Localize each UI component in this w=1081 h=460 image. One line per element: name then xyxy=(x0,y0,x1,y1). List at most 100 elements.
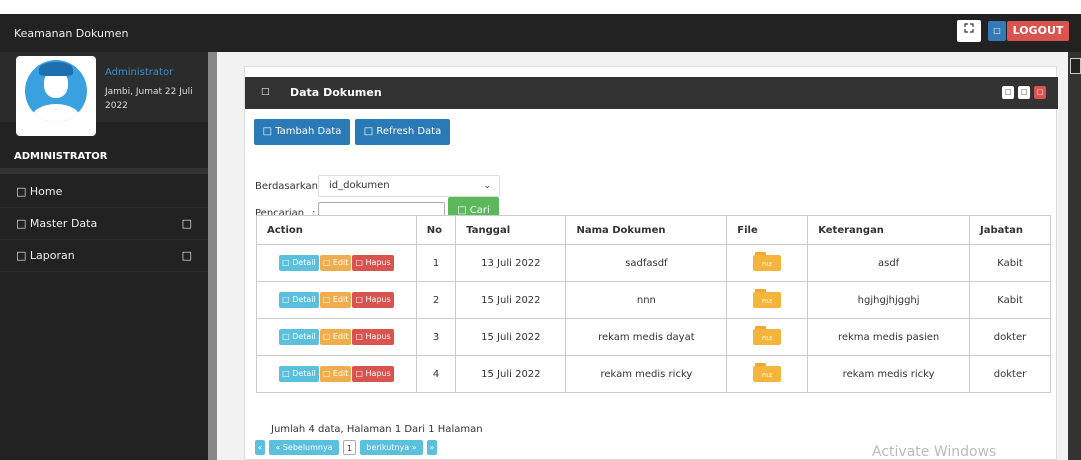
documents-table: Action No Tanggal Nama Dokumen File Kete… xyxy=(256,215,1051,393)
file-icon-label: FILE xyxy=(753,291,782,308)
filter-label: Berdasarkan: xyxy=(255,181,322,192)
right-edge-frame xyxy=(1068,52,1081,460)
pagination-last[interactable]: » xyxy=(427,440,437,455)
fullscreen-button[interactable] xyxy=(957,20,981,42)
edge-toggle[interactable] xyxy=(1070,58,1081,74)
action-cell: □ Detail □ Edit □ Hapus xyxy=(256,244,417,282)
role-heading: ADMINISTRATOR xyxy=(14,151,108,162)
sidebar-item-label: □ Laporan xyxy=(16,249,75,262)
refresh-data-button[interactable]: □ Refresh Data xyxy=(355,119,450,145)
file-icon[interactable]: FILE xyxy=(753,251,782,272)
profile-panel: Administrator Jambi, Jumat 22 Juli 2022 xyxy=(0,52,208,136)
sidebar-scrollbar[interactable] xyxy=(208,52,217,460)
table-row: □ Detail □ Edit □ Hapus 2 15 Juli 2022 nnn FIL… xyxy=(256,281,1051,319)
cell-nama: rekam medis dayat xyxy=(565,318,728,356)
cell-jabatan: dokter xyxy=(969,318,1051,356)
profile-date: Jambi, Jumat 22 Juli 2022 xyxy=(105,87,193,111)
detail-button[interactable]: □ Detail xyxy=(279,366,319,382)
square-button[interactable]: □ xyxy=(988,21,1006,41)
panel-title: Data Dokumen xyxy=(290,86,382,99)
square-icon: □ xyxy=(993,26,1001,35)
sidebar-item-label: □ Home xyxy=(16,185,63,198)
cell-keterangan: asdf xyxy=(807,244,971,282)
profile-name: Administrator xyxy=(105,67,174,78)
cell-keterangan: rekma medis pasien xyxy=(807,318,971,356)
edit-button[interactable]: □ Edit xyxy=(319,329,352,345)
cell-nama: rekam medis ricky xyxy=(565,355,728,393)
data-panel: □ Data Dokumen □ □ □ □ Tambah Data □ Ref… xyxy=(244,66,1058,460)
file-icon-label: FILE xyxy=(753,365,782,382)
cell-nama: nnn xyxy=(565,281,728,319)
filter-select-value: id_dokumen xyxy=(329,180,390,191)
expand-arrow-icon: □ xyxy=(181,217,192,230)
panel-header: □ Data Dokumen □ □ □ xyxy=(245,77,1058,109)
action-cell: □ Detail □ Edit □ Hapus xyxy=(256,281,417,319)
cell-file: FILE xyxy=(726,318,809,356)
file-icon[interactable]: FILE xyxy=(753,362,782,383)
pagination-first[interactable]: « xyxy=(255,440,265,455)
detail-button[interactable]: □ Detail xyxy=(279,292,319,308)
collapse-button[interactable]: □ xyxy=(1002,86,1014,99)
pagination-page[interactable]: 1 xyxy=(343,440,356,455)
main-content: □ Data Dokumen □ □ □ □ Tambah Data □ Ref… xyxy=(217,52,1081,460)
maximize-button[interactable]: □ xyxy=(1018,86,1030,99)
table-row: □ Detail □ Edit □ Hapus 3 15 Juli 2022 rekam … xyxy=(256,318,1051,356)
pagination-next[interactable]: berikutnya » xyxy=(360,440,423,455)
edit-button[interactable]: □ Edit xyxy=(319,366,352,382)
delete-button[interactable]: □ Hapus xyxy=(352,366,394,382)
table-row: □ Detail □ Edit □ Hapus 1 13 Juli 2022 sadfas… xyxy=(256,244,1051,282)
cell-tanggal: 13 Juli 2022 xyxy=(455,244,567,282)
windows-activation-watermark: Activate Windows xyxy=(872,444,997,460)
cell-no: 4 xyxy=(415,355,457,393)
filter-select[interactable]: id_dokumen ⌄ xyxy=(318,175,500,197)
app-title[interactable]: Keamanan Dokumen xyxy=(14,27,128,40)
top-navbar: Keamanan Dokumen □ LOGOUT xyxy=(0,14,1081,52)
cell-keterangan: hgjhgjhjgghj xyxy=(807,281,971,319)
cell-tanggal: 15 Juli 2022 xyxy=(455,318,567,356)
table-row: □ Detail □ Edit □ Hapus 4 15 Juli 2022 rekam … xyxy=(256,355,1051,393)
edit-button[interactable]: □ Edit xyxy=(319,255,352,271)
file-icon-label: FILE xyxy=(753,254,782,271)
edit-button[interactable]: □ Edit xyxy=(319,292,352,308)
table-body: □ Detail □ Edit □ Hapus 1 13 Juli 2022 sadfas… xyxy=(256,244,1051,393)
cell-file: FILE xyxy=(726,244,809,282)
sidebar-item-master-data[interactable]: □ Master Data □ xyxy=(0,208,208,240)
cell-no: 1 xyxy=(415,244,457,282)
file-icon[interactable]: FILE xyxy=(753,288,782,309)
avatar-circle xyxy=(25,60,87,122)
table-summary: Jumlah 4 data, Halaman 1 Dari 1 Halaman xyxy=(271,424,483,435)
cell-tanggal: 15 Juli 2022 xyxy=(455,355,567,393)
col-header-file: File xyxy=(726,215,809,245)
col-header-nama: Nama Dokumen xyxy=(565,215,728,245)
sidebar-item-home[interactable]: □ Home xyxy=(0,176,208,208)
detail-button[interactable]: □ Detail xyxy=(279,329,319,345)
add-data-button[interactable]: □ Tambah Data xyxy=(254,119,350,145)
cell-no: 3 xyxy=(415,318,457,356)
cell-nama: sadfasdf xyxy=(565,244,728,282)
delete-button[interactable]: □ Hapus xyxy=(352,329,394,345)
panel-title-icon: □ xyxy=(261,87,270,97)
detail-button[interactable]: □ Detail xyxy=(279,255,319,271)
action-cell: □ Detail □ Edit □ Hapus xyxy=(256,318,417,356)
file-icon[interactable]: FILE xyxy=(753,325,782,346)
chevron-down-icon: ⌄ xyxy=(483,181,491,191)
col-header-action: Action xyxy=(256,215,417,245)
sidebar-item-laporan[interactable]: □ Laporan □ xyxy=(0,240,208,272)
pagination-prev[interactable]: « Sebelumnya xyxy=(269,440,339,455)
col-header-keterangan: Keterangan xyxy=(807,215,971,245)
sidebar-divider xyxy=(0,168,208,174)
close-button[interactable]: □ xyxy=(1034,86,1046,99)
cell-tanggal: 15 Juli 2022 xyxy=(455,281,567,319)
cell-jabatan: Kabit xyxy=(969,281,1051,319)
file-icon-label: FILE xyxy=(753,328,782,345)
delete-button[interactable]: □ Hapus xyxy=(352,292,394,308)
cell-jabatan: Kabit xyxy=(969,244,1051,282)
col-header-tanggal: Tanggal xyxy=(455,215,567,245)
avatar-body xyxy=(31,104,81,122)
col-header-jabatan: Jabatan xyxy=(969,215,1051,245)
avatar-hair xyxy=(39,62,73,76)
delete-button[interactable]: □ Hapus xyxy=(352,255,394,271)
logout-button[interactable]: LOGOUT xyxy=(1007,21,1069,41)
action-cell: □ Detail □ Edit □ Hapus xyxy=(256,355,417,393)
table-header-row: Action No Tanggal Nama Dokumen File Kete… xyxy=(256,215,1051,245)
